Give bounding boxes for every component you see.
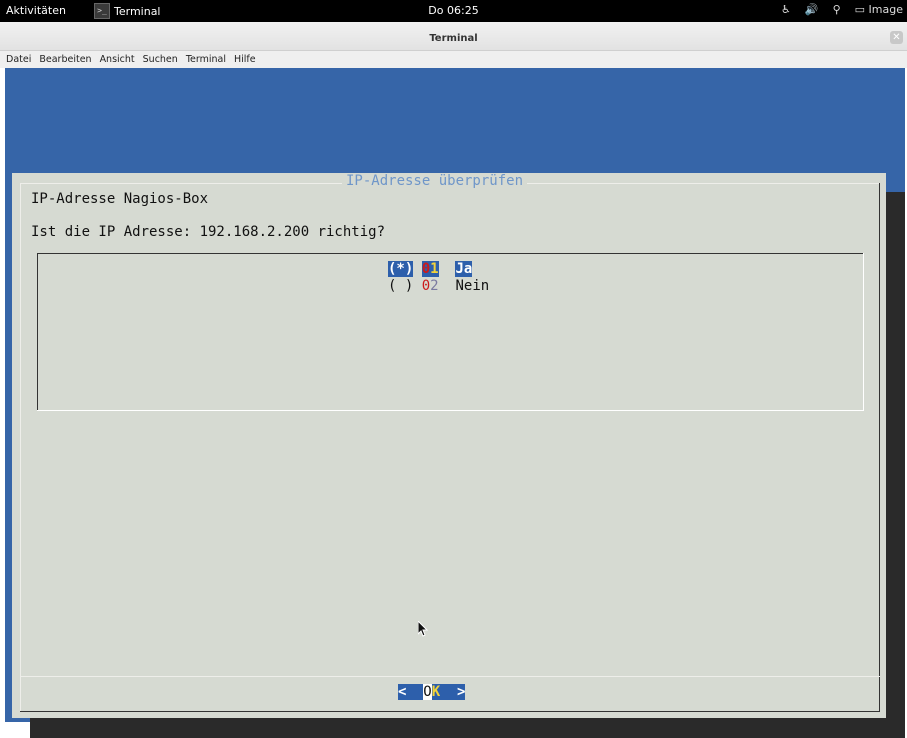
ok-left-bracket: < — [398, 684, 424, 700]
ok-button[interactable]: < OK > — [398, 683, 466, 701]
terminal-icon: >_ — [94, 3, 110, 19]
dialog-question: Ist die IP Adresse: 192.168.2.200 richti… — [31, 224, 386, 240]
clock[interactable]: Do 06:25 — [428, 4, 478, 17]
activities-button[interactable]: Aktivitäten — [6, 4, 66, 17]
dialog-heading: IP-Adresse Nagios-Box — [31, 191, 209, 207]
dialog-title: IP-Adresse überprüfen — [342, 173, 528, 189]
app-menu[interactable]: >_ Terminal — [94, 2, 161, 20]
volume-icon[interactable]: 🔊 — [805, 3, 819, 16]
option-tag-first: 0 — [421, 278, 431, 294]
menu-bearbeiten[interactable]: Bearbeiten — [39, 54, 91, 65]
menu-datei[interactable]: Datei — [6, 54, 31, 65]
radio-option-ja[interactable]: (*) 01 Ja — [388, 260, 473, 278]
app-menu-label: Terminal — [114, 4, 161, 18]
list-border-top — [37, 253, 864, 254]
option-tag-first: 0 — [421, 261, 431, 277]
radio-marker: (*) — [388, 261, 414, 277]
menu-bar: Datei Bearbeiten Ansicht Suchen Terminal… — [0, 51, 907, 68]
radio-option-nein[interactable]: ( ) 02 Nein — [388, 277, 489, 295]
list-border-left — [37, 253, 38, 411]
radio-marker: ( ) — [388, 278, 414, 294]
menu-hilfe[interactable]: Hilfe — [234, 54, 256, 65]
frame-right — [879, 183, 880, 711]
accessibility-icon[interactable]: ♿ — [781, 3, 791, 16]
network-icon[interactable]: ⚲ — [833, 3, 841, 16]
list-border-right — [863, 253, 864, 411]
option-label: Nein — [455, 278, 490, 294]
system-tray: ♿ 🔊 ⚲ ▭ Image — [781, 3, 903, 16]
close-icon[interactable]: ✕ — [890, 31, 903, 44]
ok-letter-o: O — [423, 684, 432, 700]
button-separator — [21, 676, 880, 677]
user-menu[interactable]: ▭ Image — [855, 3, 903, 16]
ok-right-bracket: > — [440, 684, 466, 700]
radio-list: (*) 01 Ja ( ) 02 Nein — [37, 253, 864, 411]
window-titlebar[interactable]: Terminal ✕ — [0, 22, 907, 51]
menu-ansicht[interactable]: Ansicht — [100, 54, 135, 65]
list-border-bottom — [37, 410, 864, 411]
option-label: Ja — [455, 261, 473, 277]
option-tag-second: 2 — [430, 278, 439, 294]
frame-bottom — [20, 711, 880, 712]
chat-icon: ▭ — [854, 3, 866, 16]
menu-suchen[interactable]: Suchen — [143, 54, 178, 65]
user-name: Image — [868, 3, 903, 16]
window-title: Terminal — [429, 33, 478, 44]
terminal-area[interactable]: IP-Adresse überprüfen IP-Adresse Nagios-… — [5, 68, 905, 738]
ok-letter-k: K — [431, 684, 441, 700]
dialog-box: IP-Adresse überprüfen IP-Adresse Nagios-… — [12, 173, 886, 718]
frame-left — [20, 183, 21, 711]
top-bar: Aktivitäten >_ Terminal Do 06:25 ♿ 🔊 ⚲ ▭… — [0, 0, 907, 22]
option-tag-second: 1 — [430, 261, 439, 277]
menu-terminal[interactable]: Terminal — [186, 54, 226, 65]
